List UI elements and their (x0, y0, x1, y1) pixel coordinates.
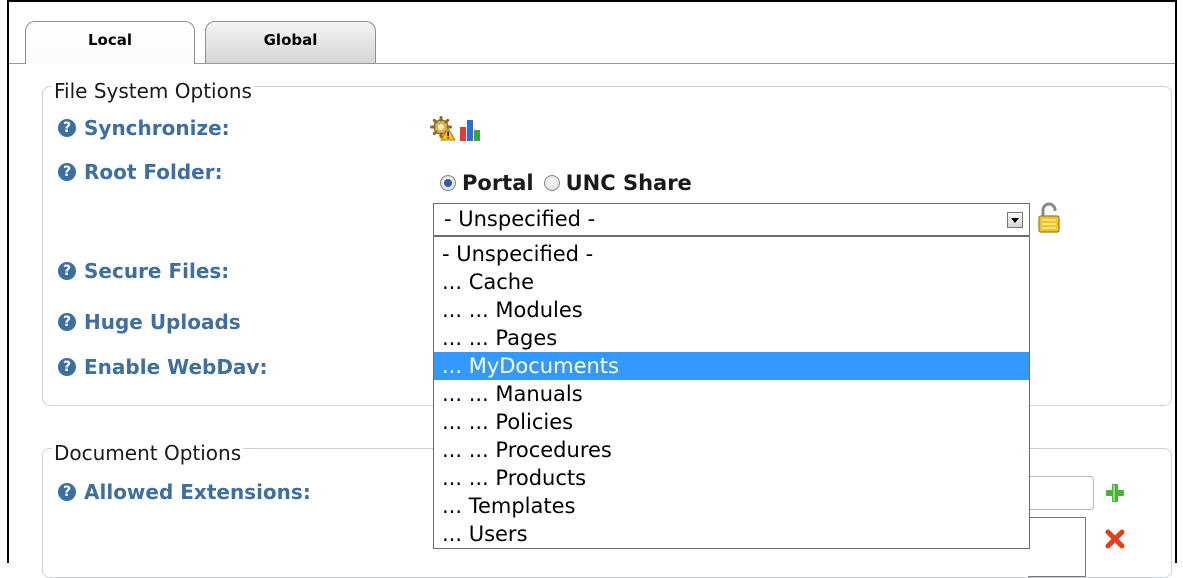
allowed-extensions-label: Allowed Extensions: (84, 480, 311, 504)
root-folder-label: Root Folder: (84, 160, 223, 184)
tab-local[interactable]: Local (25, 21, 195, 64)
huge-uploads-label-row: ? Huge Uploads (58, 310, 241, 334)
tab-local-label: Local (87, 31, 133, 49)
chevron-down-icon[interactable] (1007, 212, 1023, 228)
dropdown-option[interactable]: ... Cache (434, 268, 1029, 296)
document-options-legend: Document Options (52, 441, 244, 465)
x-icon[interactable] (1104, 528, 1126, 550)
tab-global-label: Global (263, 31, 318, 49)
synchronize-label: Synchronize: (84, 116, 230, 140)
plus-icon[interactable] (1104, 482, 1126, 504)
extension-input[interactable] (1028, 476, 1094, 510)
padlock-icon[interactable] (1036, 202, 1062, 234)
portal-radio-label[interactable]: Portal (462, 171, 534, 195)
secure-files-label: Secure Files: (84, 259, 230, 283)
root-folder-select[interactable]: - Unspecified - (433, 203, 1030, 236)
synchronize-label-row: ? Synchronize: (58, 116, 230, 140)
dropdown-option[interactable]: ... ... Policies (434, 408, 1029, 436)
root-folder-dropdown-list[interactable]: - Unspecified - ... Cache ... ... Module… (433, 236, 1030, 549)
bar-chart-icon[interactable] (458, 117, 484, 143)
unc-share-radio[interactable] (543, 175, 560, 191)
enable-webdav-label-row: ? Enable WebDav: (58, 355, 267, 379)
enable-webdav-label: Enable WebDav: (84, 355, 268, 379)
huge-uploads-label: Huge Uploads (84, 310, 241, 334)
help-circle-icon[interactable]: ? (58, 483, 76, 501)
unc-share-radio-label[interactable]: UNC Share (566, 171, 692, 195)
help-circle-icon[interactable]: ? (58, 313, 76, 331)
help-circle-icon[interactable]: ? (58, 262, 76, 280)
help-circle-icon[interactable]: ? (58, 163, 76, 181)
dropdown-option-selected[interactable]: ... MyDocuments (434, 352, 1029, 380)
tab-global[interactable]: Global (205, 21, 376, 63)
secure-files-label-row: ? Secure Files: (58, 259, 229, 283)
root-folder-label-row: ? Root Folder: (58, 160, 223, 184)
dropdown-option[interactable]: ... ... Manuals (434, 380, 1029, 408)
help-circle-icon[interactable]: ? (58, 358, 76, 376)
dropdown-option[interactable]: - Unspecified - (434, 240, 1029, 268)
dropdown-option[interactable]: ... Users (434, 520, 1029, 548)
gear-warning-icon[interactable] (430, 116, 456, 142)
allowed-extensions-label-row: ? Allowed Extensions: (58, 480, 311, 504)
root-folder-select-value: - Unspecified - (444, 207, 596, 231)
dropdown-option[interactable]: ... Templates (434, 492, 1029, 520)
dropdown-option[interactable]: ... ... Pages (434, 324, 1029, 352)
dropdown-option[interactable]: ... ... Modules (434, 296, 1029, 324)
help-circle-icon[interactable]: ? (58, 119, 76, 137)
extensions-list[interactable] (1028, 517, 1086, 577)
file-system-options-legend: File System Options (52, 79, 254, 103)
dropdown-option[interactable]: ... ... Procedures (434, 436, 1029, 464)
dropdown-option[interactable]: ... ... Products (434, 464, 1029, 492)
root-folder-radio-group: Portal UNC Share (440, 171, 692, 195)
portal-radio[interactable] (440, 175, 456, 191)
